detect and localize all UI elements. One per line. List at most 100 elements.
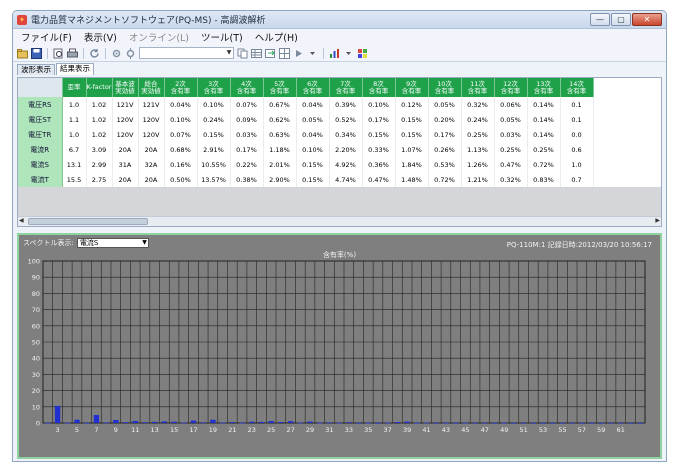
spectrum-bar[interactable] — [64, 422, 70, 424]
column-header[interactable]: 9次 含有率 — [395, 78, 429, 97]
column-header[interactable]: 11次 含有率 — [461, 78, 495, 97]
dropdown-arrow-icon[interactable] — [307, 48, 318, 59]
spectrum-bar[interactable] — [355, 422, 362, 424]
column-header[interactable]: 13次 含有率 — [527, 78, 561, 97]
column-header[interactable]: 6次 含有率 — [296, 78, 330, 97]
table-row[interactable]: 電圧ST 1.1 1.02 120V 120V 0.10% 0.24% 0.09% 0.62% 0… — [18, 112, 594, 127]
table-row[interactable]: 電流R 6.7 3.09 20A 20A 0.68% 2.91% 0.17% 1.18% 0.10… — [18, 142, 594, 157]
spectrum-bar[interactable] — [414, 422, 420, 424]
toolbar-combo[interactable]: ▼ — [139, 47, 234, 59]
menu-help[interactable]: ヘルプ(H) — [255, 30, 298, 44]
spectrum-bar[interactable] — [608, 422, 614, 424]
spectrum-bar[interactable] — [579, 422, 585, 424]
spectrum-bar[interactable] — [627, 422, 634, 424]
column-header[interactable]: 3次 含有率 — [197, 78, 231, 97]
spectrum-bar[interactable] — [210, 419, 216, 423]
play-icon[interactable] — [293, 48, 304, 59]
table-icon[interactable] — [251, 48, 262, 59]
spectrum-bar[interactable] — [520, 422, 527, 424]
column-header[interactable]: 14次 含有率 — [560, 78, 594, 97]
spectrum-bar[interactable] — [171, 421, 177, 423]
spectrum-bar[interactable] — [491, 422, 498, 424]
spectrum-bar[interactable] — [74, 419, 80, 423]
column-header[interactable]: 5次 含有率 — [263, 78, 297, 97]
column-header[interactable]: 8次 含有率 — [362, 78, 396, 97]
menu-file[interactable]: ファイル(F) — [21, 30, 72, 44]
spectrum-bar[interactable] — [462, 422, 469, 424]
scroll-right-icon[interactable]: ▶ — [655, 217, 660, 224]
spectrum-bar[interactable] — [93, 415, 100, 423]
grid-icon[interactable] — [279, 47, 290, 59]
spectrum-bar[interactable] — [598, 422, 604, 424]
spectrum-bar[interactable] — [258, 421, 265, 423]
spectrum-bar[interactable] — [181, 422, 187, 424]
spectrum-bar[interactable] — [113, 420, 119, 423]
spectrum-bar[interactable] — [219, 422, 226, 424]
tab-waveform[interactable]: 波形表示 — [17, 64, 55, 75]
spectrum-bar[interactable] — [540, 422, 546, 424]
menu-online[interactable]: オンライン(L) — [129, 30, 189, 44]
spectrum-bar[interactable] — [268, 421, 274, 423]
spectrum-bar[interactable] — [307, 421, 313, 423]
spectrum-bar[interactable] — [385, 422, 391, 424]
spectrum-bar[interactable] — [452, 422, 459, 424]
spectrum-bar[interactable] — [161, 421, 168, 423]
spectrum-bar[interactable] — [433, 422, 439, 424]
spectrum-bar[interactable] — [423, 422, 430, 424]
dropdown-arrow-icon[interactable] — [343, 48, 354, 59]
table-row[interactable]: 電圧RS 1.0 1.02 121V 121V 0.04% 0.10% 0.07% 0.67% 0… — [18, 97, 594, 112]
spectrum-bar[interactable] — [103, 422, 109, 424]
maximize-button[interactable]: ▢ — [611, 13, 631, 26]
spectrum-bar[interactable] — [482, 422, 488, 424]
save-icon[interactable] — [31, 47, 42, 59]
spectrum-bar[interactable] — [122, 422, 129, 423]
column-header[interactable]: 総合 実効値 — [138, 78, 165, 97]
spectrum-bar[interactable] — [54, 405, 61, 423]
spectrum-bar[interactable] — [84, 422, 90, 424]
spectrum-bar[interactable] — [326, 422, 333, 424]
spectrum-bar[interactable] — [511, 422, 517, 424]
column-header[interactable]: 7次 含有率 — [329, 78, 363, 97]
color-grid-icon[interactable] — [357, 48, 368, 59]
horizontal-scrollbar[interactable]: ◀ ▶ — [18, 216, 661, 226]
spectrum-bar[interactable] — [317, 422, 323, 424]
copy-icon[interactable] — [237, 48, 248, 59]
spectrum-bar[interactable] — [132, 420, 138, 423]
column-header[interactable]: K-factor — [86, 78, 113, 97]
spectrum-bar[interactable] — [151, 421, 158, 423]
spectrum-bar[interactable] — [530, 422, 537, 424]
print-preview-icon[interactable] — [53, 48, 64, 59]
tab-results[interactable]: 結果表示 — [56, 63, 94, 75]
spectrum-channel-select[interactable]: 電流S ▼ — [76, 238, 149, 248]
spectrum-bar[interactable] — [559, 422, 566, 424]
config-icon[interactable] — [125, 47, 136, 59]
menu-tools[interactable]: ツール(T) — [201, 30, 243, 44]
table-row[interactable]: 電圧TR 1.0 1.02 120V 120V 0.07% 0.15% 0.03% 0.63% 0… — [18, 127, 594, 142]
column-header[interactable]: 4次 含有率 — [230, 78, 264, 97]
spectrum-bar[interactable] — [249, 421, 255, 423]
spectrum-bar[interactable] — [229, 422, 236, 423]
spectrum-bar[interactable] — [375, 422, 381, 424]
column-header[interactable]: 歪率 — [62, 78, 87, 97]
spectrum-bar[interactable] — [142, 422, 148, 424]
title-bar[interactable]: 電力品質マネジメントソフトウェア(PQ-MS) - 高調波解析 — ▢ ✕ — [13, 11, 666, 29]
spectrum-bar[interactable] — [637, 422, 643, 424]
spectrum-bar[interactable] — [550, 422, 556, 424]
spectrum-bar[interactable] — [297, 422, 303, 424]
spectrum-bar[interactable] — [190, 420, 197, 423]
spectrum-bar[interactable] — [404, 421, 410, 423]
spectrum-bar[interactable] — [472, 422, 478, 424]
scrollbar-thumb[interactable] — [28, 218, 148, 225]
spectrum-bar[interactable] — [346, 422, 352, 423]
spectrum-bar[interactable] — [394, 422, 401, 423]
table-row[interactable]: 電流S 13.1 2.99 31A 32A 0.16% 10.55% 0.22% 2.01% 0.… — [18, 157, 594, 172]
spectrum-bar[interactable] — [239, 422, 245, 424]
spectrum-bar[interactable] — [443, 422, 449, 424]
table-row[interactable]: 電流T 15.5 2.75 20A 20A 0.50% 13.57% 0.38% 2.90% 0.… — [18, 172, 594, 187]
print-icon[interactable] — [67, 48, 78, 59]
column-header[interactable]: 10次 含有率 — [428, 78, 462, 97]
close-button[interactable]: ✕ — [632, 13, 662, 26]
settings-icon[interactable] — [111, 48, 122, 59]
menu-view[interactable]: 表示(V) — [84, 30, 117, 44]
column-header[interactable]: 12次 含有率 — [494, 78, 528, 97]
